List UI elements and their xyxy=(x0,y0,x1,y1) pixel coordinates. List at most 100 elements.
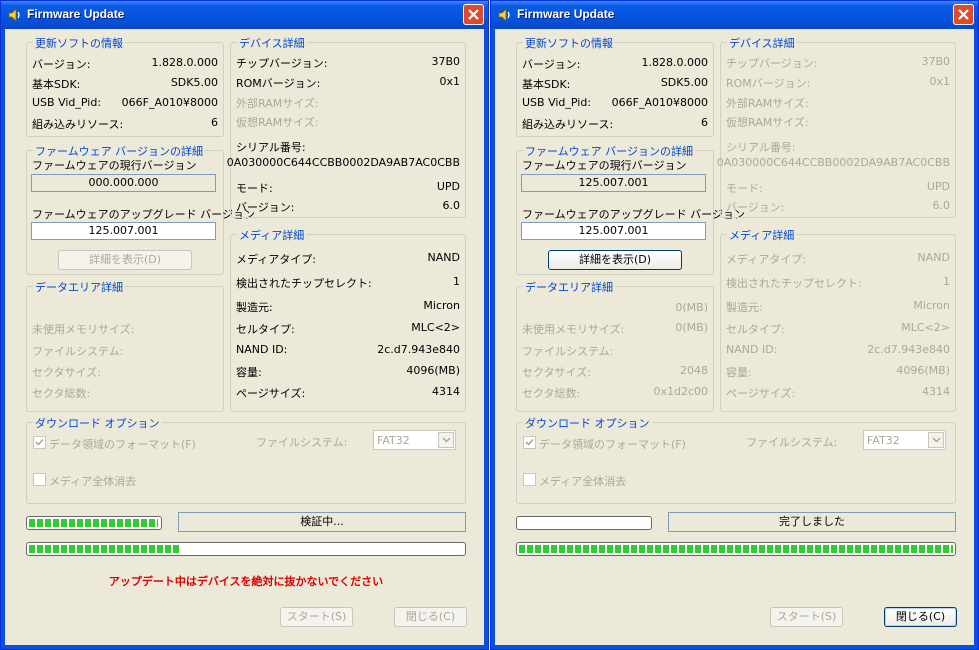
title-bar[interactable]: Firmware Update xyxy=(491,1,978,29)
overall-progress-fill xyxy=(519,545,953,553)
filesystem-select[interactable]: FAT32 xyxy=(373,430,456,450)
show-details-button[interactable]: 詳細を表示(D) xyxy=(58,250,192,270)
data-row0-value: 0(MB) xyxy=(675,301,708,314)
serial-value: 0A030000C644CCBB0002DA9AB7AC0CBB xyxy=(716,156,950,169)
title-bar[interactable]: Firmware Update xyxy=(1,1,488,29)
group-title: ダウンロード オプション xyxy=(33,415,162,431)
format-data-checkbox[interactable] xyxy=(523,436,536,449)
device-version-value: 6.0 xyxy=(442,199,461,212)
filesystem-select-value: FAT32 xyxy=(377,434,410,447)
media-details-group: メディア詳細 メディアタイプ: NAND 検出されたチップセレクト: 1 製造元: M… xyxy=(230,227,466,412)
upgrade-version-label: ファームウェアのアップグレード バージョン xyxy=(32,208,255,221)
serial-label: シリアル番号: xyxy=(236,141,306,154)
external-ram-label: 外部RAMサイズ: xyxy=(726,97,809,110)
page-size-label: ページサイズ: xyxy=(726,387,796,400)
resource-value: 6 xyxy=(211,116,218,129)
sdk-label: 基本SDK: xyxy=(32,78,81,91)
mode-label: モード: xyxy=(726,182,763,195)
chevron-down-icon xyxy=(932,437,941,443)
status-text: 完了しました xyxy=(668,512,956,532)
step-progress-bar xyxy=(26,516,162,530)
sector-size-value: 2048 xyxy=(680,364,708,377)
group-title: ダウンロード オプション xyxy=(523,415,652,431)
erase-media-label: メディア全体消去 xyxy=(539,475,627,488)
resource-label: 組み込みリソース: xyxy=(32,118,124,131)
rom-version-value: 0x1 xyxy=(929,75,950,88)
chip-select-value: 1 xyxy=(943,275,950,288)
firmware-update-window-updating: Firmware Update 更新ソフトの情報 バージョン: 1.828.0.0… xyxy=(0,0,489,650)
start-button[interactable]: スタート(S) xyxy=(280,607,353,627)
format-data-label: データ領域のフォーマット(F) xyxy=(539,438,686,451)
close-window-button[interactable] xyxy=(463,4,484,25)
filesystem-label: ファイルシステム: xyxy=(522,345,614,358)
erase-media-checkbox[interactable] xyxy=(33,473,46,486)
close-window-button[interactable] xyxy=(953,4,974,25)
virtual-ram-label: 仮想RAMサイズ: xyxy=(726,116,809,129)
capacity-label: 容量: xyxy=(726,366,752,379)
close-button[interactable]: 閉じる(C) xyxy=(394,607,467,627)
warning-message: アップデート中はデバイスを絶対に抜かないでください xyxy=(108,575,384,588)
speaker-icon xyxy=(498,8,510,22)
current-version-field: 125.007.001 xyxy=(521,174,706,192)
firmware-update-window-done: Firmware Update 更新ソフトの情報 バージョン: 1.828.0.0… xyxy=(490,0,979,650)
device-details-group: デバイス詳細 チップバージョン: 37B0 ROMバージョン: 0x1 外部RAMサ… xyxy=(227,35,466,218)
group-title: デバイス詳細 xyxy=(237,35,307,51)
overall-progress-bar xyxy=(516,542,956,556)
resource-value: 6 xyxy=(701,116,708,129)
vidpid-label: USB Vid_Pid: xyxy=(32,96,102,109)
cell-type-label: セルタイプ: xyxy=(236,323,295,336)
capacity-value: 4096(MB) xyxy=(406,364,460,377)
firmware-version-group: ファームウェア バージョンの詳細 ファームウェアの現行バージョン 125.007… xyxy=(516,143,745,275)
filesystem-label: ファイルシステム: xyxy=(32,345,124,358)
window-client: 更新ソフトの情報 バージョン: 1.828.0.000 基本SDK: SDK5.00… xyxy=(495,29,974,645)
cell-type-value: MLC<2> xyxy=(411,321,460,334)
format-data-label: データ領域のフォーマット(F) xyxy=(49,438,196,451)
speaker-icon xyxy=(8,8,20,22)
format-data-checkbox[interactable] xyxy=(33,436,46,449)
download-options-group: ダウンロード オプション データ領域のフォーマット(F) ファイルシステム: F… xyxy=(516,415,956,504)
download-options-group: ダウンロード オプション データ領域のフォーマット(F) ファイルシステム: F… xyxy=(26,415,466,504)
overall-progress-fill xyxy=(29,545,181,553)
filesystem-select[interactable]: FAT32 xyxy=(863,430,946,450)
rom-version-value: 0x1 xyxy=(439,75,460,88)
data-area-group: データエリア詳細 未使用メモリサイズ: ファイルシステム: セクタサイズ: セク… xyxy=(26,279,224,412)
close-button[interactable]: 閉じる(C) xyxy=(884,607,957,627)
sdk-label: 基本SDK: xyxy=(522,78,571,91)
chip-select-value: 1 xyxy=(453,275,460,288)
software-info-group: 更新ソフトの情報 バージョン: 1.828.0.000 基本SDK: SDK5.00… xyxy=(516,35,714,137)
show-details-button[interactable]: 詳細を表示(D) xyxy=(548,250,682,270)
mode-value: UPD xyxy=(926,180,950,193)
dropdown-arrow[interactable] xyxy=(928,432,944,448)
current-version-label: ファームウェアの現行バージョン xyxy=(32,159,197,172)
current-version-field: 000.000.000 xyxy=(31,174,216,192)
group-title: メディア詳細 xyxy=(237,227,307,243)
sdk-value: SDK5.00 xyxy=(660,76,708,89)
window-title: Firmware Update xyxy=(27,7,125,21)
device-version-value: 6.0 xyxy=(932,199,951,212)
current-version-label: ファームウェアの現行バージョン xyxy=(522,159,687,172)
manufacturer-value: Micron xyxy=(913,299,950,312)
erase-media-checkbox[interactable] xyxy=(523,473,536,486)
upgrade-version-label: ファームウェアのアップグレード バージョン xyxy=(522,208,745,221)
external-ram-label: 外部RAMサイズ: xyxy=(236,97,319,110)
nand-id-label: NAND ID: xyxy=(236,343,288,356)
page-size-value: 4314 xyxy=(922,385,950,398)
capacity-label: 容量: xyxy=(236,366,262,379)
dropdown-arrow[interactable] xyxy=(438,432,454,448)
chip-version-label: チップバージョン: xyxy=(726,57,818,70)
media-details-group: メディア詳細 メディアタイプ: NAND 検出されたチップセレクト: 1 製造元: M… xyxy=(720,227,956,412)
filesystem-select-value: FAT32 xyxy=(867,434,900,447)
mode-value: UPD xyxy=(436,180,460,193)
vidpid-value: 066F_A010¥8000 xyxy=(611,96,708,109)
manufacturer-label: 製造元: xyxy=(236,301,273,314)
media-type-value: NAND xyxy=(427,251,460,264)
group-title: デバイス詳細 xyxy=(727,35,797,51)
start-button[interactable]: スタート(S) xyxy=(770,607,843,627)
resource-label: 組み込みリソース: xyxy=(522,118,614,131)
group-title: メディア詳細 xyxy=(727,227,797,243)
sdk-value: SDK5.00 xyxy=(170,76,218,89)
chip-version-value: 37B0 xyxy=(921,55,950,68)
group-title: 更新ソフトの情報 xyxy=(33,35,125,51)
media-type-value: NAND xyxy=(917,251,950,264)
filesystem-select-label: ファイルシステム: xyxy=(746,436,838,449)
